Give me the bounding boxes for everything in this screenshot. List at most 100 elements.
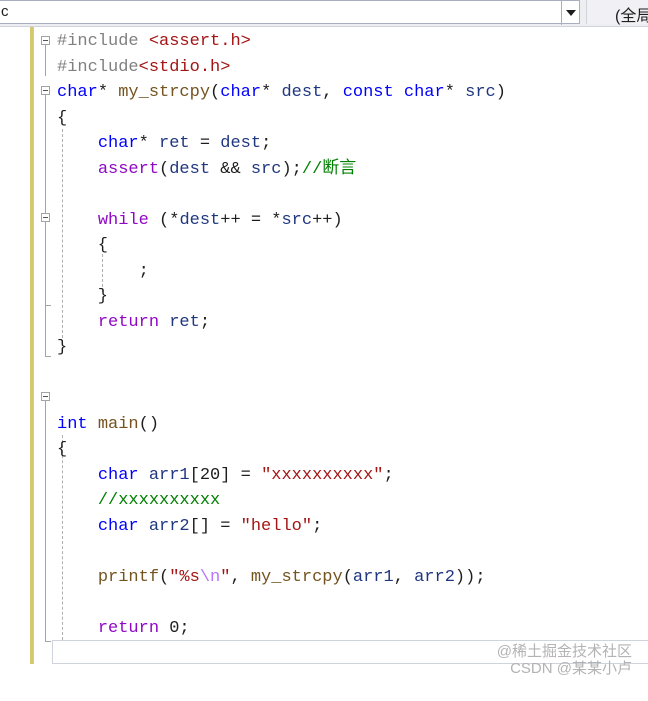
code-token: { bbox=[57, 440, 68, 459]
code-token: int bbox=[57, 414, 88, 434]
global-scope-label: (全局 bbox=[615, 8, 648, 25]
code-line[interactable]: while (*dest++ = *src++) bbox=[57, 208, 343, 233]
file-scope-value: c bbox=[1, 3, 9, 20]
code-token: while bbox=[97, 210, 149, 230]
code-token: #include bbox=[57, 32, 149, 51]
code-token: { bbox=[57, 108, 68, 128]
code-token: char bbox=[57, 83, 98, 102]
code-token: "xxxxxxxxxx" bbox=[261, 465, 384, 485]
code-line[interactable]: ; bbox=[57, 259, 149, 284]
code-token: ; bbox=[261, 134, 272, 153]
code-token: ( bbox=[342, 567, 353, 587]
code-line[interactable]: int main() bbox=[57, 412, 159, 437]
code-token: "%s bbox=[169, 567, 200, 587]
code-token: ; bbox=[312, 516, 323, 536]
code-token: "hello" bbox=[240, 516, 313, 536]
code-token: src bbox=[250, 159, 282, 179]
code-token: printf bbox=[97, 567, 160, 587]
fold-end-marker bbox=[45, 305, 51, 306]
code-token: //断言 bbox=[301, 159, 357, 179]
collapse-include-icon[interactable] bbox=[41, 36, 50, 45]
code-token: ret bbox=[159, 134, 190, 153]
code-token: [] = bbox=[189, 516, 241, 536]
code-token: arr1 bbox=[352, 567, 394, 587]
code-token: ( bbox=[210, 83, 221, 102]
code-token: dest bbox=[220, 134, 262, 153]
file-scope-dropdown[interactable]: c bbox=[0, 0, 580, 25]
code-line[interactable]: { bbox=[57, 437, 67, 462]
code-token: ); bbox=[281, 159, 302, 179]
code-token: #include bbox=[57, 57, 139, 77]
code-line[interactable]: } bbox=[57, 284, 108, 309]
editor-margin-line bbox=[33, 27, 34, 664]
collapse-main-icon[interactable] bbox=[41, 392, 50, 401]
code-line[interactable]: } bbox=[57, 335, 67, 360]
code-token: ; bbox=[383, 465, 394, 485]
code-token: } bbox=[57, 287, 109, 306]
code-token: ret bbox=[169, 312, 200, 332]
fold-guide bbox=[45, 401, 46, 641]
code-line[interactable]: { bbox=[57, 106, 67, 131]
code-token: , bbox=[393, 567, 415, 587]
code-token: my_strcpy bbox=[118, 83, 211, 102]
code-line[interactable]: char* my_strcpy(char* dest, const char* … bbox=[57, 80, 506, 105]
fold-guide bbox=[45, 45, 46, 76]
code-token: char bbox=[97, 465, 139, 485]
code-line[interactable]: { bbox=[57, 233, 108, 258]
code-token: (* bbox=[148, 210, 180, 230]
code-line[interactable]: return 0; bbox=[57, 616, 190, 641]
code-editor[interactable]: #include <assert.h> #include<stdio.h> char… bbox=[0, 27, 648, 701]
code-line[interactable]: printf("%s\n", my_strcpy(arr1, arr2)); bbox=[57, 565, 486, 590]
code-line[interactable]: char* ret = dest; bbox=[57, 131, 271, 156]
code-line[interactable]: #include<stdio.h> bbox=[57, 55, 230, 80]
code-token: <assert.h> bbox=[148, 32, 251, 51]
collapse-my-strcpy-icon[interactable] bbox=[41, 86, 50, 95]
watermark-line-2: CSDN @某某小卢 bbox=[510, 660, 632, 677]
code-token: main bbox=[97, 414, 139, 434]
code-token: { bbox=[57, 236, 109, 255]
global-scope-dropdown[interactable]: (全局 bbox=[586, 0, 648, 25]
code-token: const bbox=[342, 83, 394, 102]
code-token: src bbox=[281, 210, 313, 230]
code-token: dest bbox=[281, 83, 323, 102]
dropdown-arrow-icon[interactable] bbox=[561, 1, 579, 25]
fold-end-marker bbox=[45, 641, 51, 642]
code-token: ; bbox=[199, 312, 211, 332]
code-token: arr1 bbox=[148, 465, 190, 485]
code-line[interactable]: char arr2[] = "hello"; bbox=[57, 514, 322, 539]
collapse-while-icon[interactable] bbox=[41, 213, 50, 222]
code-token: \n bbox=[199, 567, 221, 587]
code-token: () bbox=[138, 414, 160, 434]
code-token: src bbox=[465, 83, 496, 102]
code-token: ++) bbox=[312, 210, 343, 230]
code-token: assert bbox=[97, 159, 160, 179]
code-token: * bbox=[444, 83, 466, 102]
watermark-line-1: @稀土掘金技术社区 bbox=[496, 643, 632, 660]
code-token: char bbox=[220, 83, 262, 102]
code-token: = bbox=[189, 134, 221, 153]
code-line[interactable]: assert(dest && src);//断言 bbox=[57, 157, 356, 182]
code-token: ; bbox=[57, 261, 149, 281]
code-token: [20] = bbox=[189, 465, 262, 485]
code-token: return bbox=[97, 312, 160, 332]
code-line[interactable]: char arr1[20] = "xxxxxxxxxx"; bbox=[57, 463, 394, 488]
code-token: 0; bbox=[159, 618, 190, 638]
code-token: * bbox=[261, 83, 282, 102]
code-line[interactable]: #include <assert.h> bbox=[57, 29, 251, 54]
code-line[interactable]: //xxxxxxxxxx bbox=[57, 488, 220, 513]
code-token: ( bbox=[159, 567, 170, 587]
code-token: )); bbox=[454, 567, 486, 587]
code-token: ++ = * bbox=[220, 210, 282, 230]
code-line[interactable]: return ret; bbox=[57, 310, 210, 335]
code-token: return bbox=[97, 618, 160, 638]
code-token: ) bbox=[495, 83, 506, 102]
